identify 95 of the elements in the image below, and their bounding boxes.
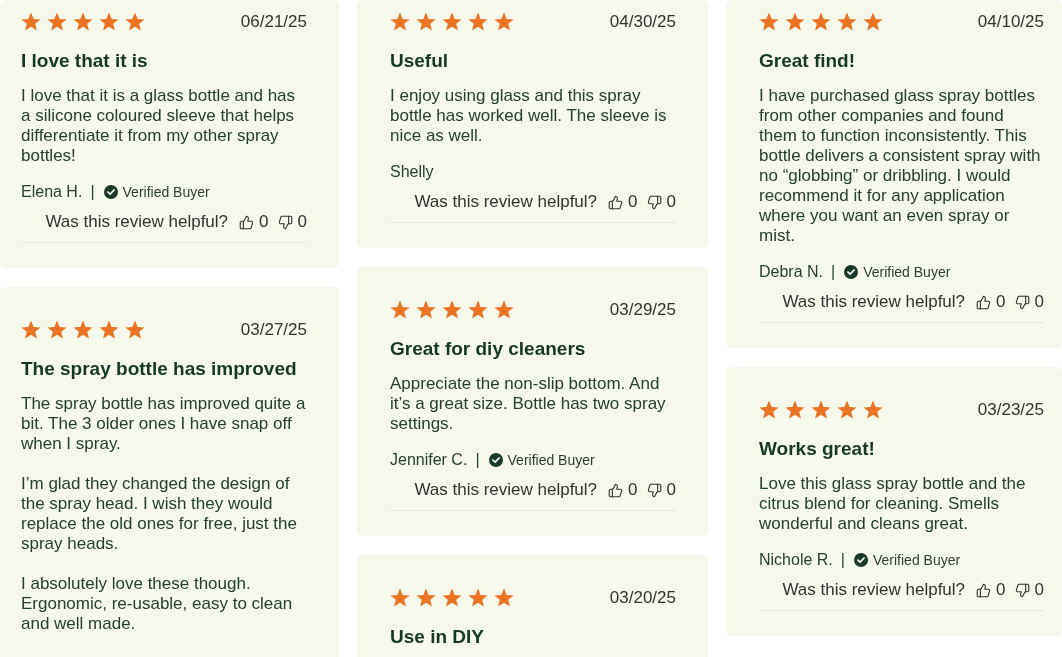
helpful-prompt: Was this review helpful? xyxy=(414,192,598,212)
verified-buyer-label: Verified Buyer xyxy=(122,183,210,202)
helpful-prompt: Was this review helpful? xyxy=(414,480,598,500)
review-title: Great find! xyxy=(759,49,857,73)
review-date: 04/30/25 xyxy=(609,12,676,32)
thumbs-up-icon xyxy=(608,194,624,210)
star-icon xyxy=(863,400,883,420)
star-icon xyxy=(99,12,119,32)
star-icon xyxy=(811,12,831,32)
review-date: 03/23/25 xyxy=(977,400,1044,420)
star-icon xyxy=(785,400,805,420)
star-icon xyxy=(47,12,67,32)
star-icon xyxy=(390,588,410,608)
review-text: I enjoy using glass and this spray bottle has worked well. The sleeve is nice as well. xyxy=(390,86,668,146)
helpful-prompt: Was this review helpful? xyxy=(782,292,966,312)
unhelpful-vote-button[interactable]: 0 xyxy=(277,212,307,232)
review-text: I love that it is a glass bottle and has a silicone coloured sleeve that helps differentiate it from my other spray bottles! xyxy=(21,86,297,166)
review-text: Appreciate the non-slip bottom. And it’s a great size. Bottle has two spray settings. xyxy=(390,374,667,434)
verified-buyer-label: Verified Buyer xyxy=(507,451,595,470)
helpful-vote-button[interactable]: 0 xyxy=(976,292,1006,312)
name-separator: | xyxy=(831,262,836,282)
unhelpful-vote-button[interactable]: 0 xyxy=(646,480,676,500)
review-date: 03/20/25 xyxy=(609,588,676,608)
star-icon xyxy=(494,12,514,32)
reviewer-name: Debra N. xyxy=(759,262,824,282)
unhelpful-vote-button[interactable]: 0 xyxy=(1014,580,1044,600)
verified-buyer-label: Verified Buyer xyxy=(872,551,961,570)
star-icon xyxy=(416,588,436,608)
star-icon xyxy=(468,300,488,320)
star-icon xyxy=(99,320,119,340)
helpful-vote-button[interactable]: 0 xyxy=(608,480,638,500)
thumbs-down-icon xyxy=(646,482,662,498)
star-icon xyxy=(837,400,857,420)
thumbs-down-icon xyxy=(646,194,662,210)
thumbs-down-icon xyxy=(1014,582,1030,598)
review-title: I love that it is xyxy=(21,49,149,73)
star-icon xyxy=(494,588,514,608)
review-text: I have purchased glass spray bottles from other companies and found them to function inconsistently. This bottle delivers a consistent spray with no “globbing” or dribbling. I would recommend it for any application where you want an even spray or mist. xyxy=(759,86,1042,246)
helpful-prompt: Was this review helpful? xyxy=(45,212,229,232)
thumbs-down-icon xyxy=(277,214,293,230)
star-icon xyxy=(21,12,41,32)
review-title: Use in DIY xyxy=(390,625,485,649)
review-text: The spray bottle has improved quite a bit. The 3 older ones I have snap off when I spray. xyxy=(21,394,307,454)
star-icon xyxy=(125,12,145,32)
star-icon xyxy=(811,400,831,420)
star-icon xyxy=(47,320,67,340)
helpful-vote-button[interactable]: 0 xyxy=(976,580,1006,600)
review-date: 03/27/25 xyxy=(240,320,307,340)
star-icon xyxy=(442,588,462,608)
helpful-prompt: Was this review helpful? xyxy=(782,580,966,600)
star-icon xyxy=(759,12,779,32)
name-separator: | xyxy=(840,550,845,570)
reviewer-name: Shelly xyxy=(390,162,434,182)
thumbs-up-icon xyxy=(608,482,624,498)
star-icon xyxy=(21,320,41,340)
star-icon xyxy=(125,320,145,340)
star-icon xyxy=(73,12,93,32)
star-icon xyxy=(837,12,857,32)
helpful-vote-button[interactable]: 0 xyxy=(608,192,638,212)
review-title: Great for diy cleaners xyxy=(390,337,587,361)
name-separator: | xyxy=(475,450,480,470)
name-separator: | xyxy=(90,182,95,202)
review-date: 03/29/25 xyxy=(609,300,676,320)
thumbs-up-icon xyxy=(976,582,992,598)
review-text: I absolutely love these though. Ergonomic, re-usable, easy to clean and well made. xyxy=(21,574,294,634)
review-text: I’m glad they changed the design of the spray head. I wish they would replace the old ones for free, just the spray heads. xyxy=(21,474,298,554)
star-icon xyxy=(442,300,462,320)
review-text: Love this glass spray bottle and the citrus blend for cleaning. Smells wonderful and cleans great. xyxy=(759,474,1027,534)
star-icon xyxy=(759,400,779,420)
star-icon xyxy=(416,300,436,320)
review-title: Useful xyxy=(390,49,450,73)
star-icon xyxy=(73,320,93,340)
reviewer-name: Jennifer C. xyxy=(390,450,468,470)
review-title: The spray bottle has improved xyxy=(21,357,298,381)
verified-buyer-label: Verified Buyer xyxy=(863,263,951,282)
reviewer-name: Elena H. xyxy=(21,182,83,202)
review-title: Works great! xyxy=(759,437,876,461)
thumbs-down-icon xyxy=(1014,294,1030,310)
star-icon xyxy=(863,12,883,32)
reviewer-name: Nichole R. xyxy=(759,550,833,570)
star-icon xyxy=(468,12,488,32)
unhelpful-vote-button[interactable]: 0 xyxy=(1014,292,1044,312)
star-icon xyxy=(390,12,410,32)
star-icon xyxy=(390,300,410,320)
review-date: 06/21/25 xyxy=(240,12,307,32)
thumbs-up-icon xyxy=(239,214,255,230)
review-date: 04/10/25 xyxy=(977,12,1044,32)
thumbs-up-icon xyxy=(976,294,992,310)
star-icon xyxy=(468,588,488,608)
star-icon xyxy=(785,12,805,32)
star-icon xyxy=(442,12,462,32)
star-icon xyxy=(494,300,514,320)
star-icon xyxy=(416,12,436,32)
unhelpful-vote-button[interactable]: 0 xyxy=(646,192,676,212)
helpful-vote-button[interactable]: 0 xyxy=(239,212,269,232)
